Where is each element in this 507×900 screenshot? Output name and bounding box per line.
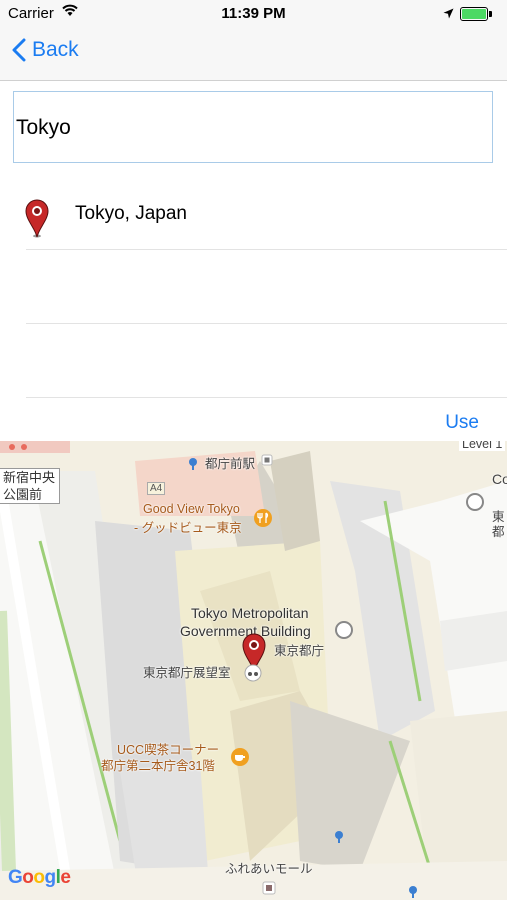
cafe-icon xyxy=(231,748,249,766)
google-logo: Google xyxy=(8,867,71,888)
place-icon xyxy=(466,493,484,511)
map-label-shinjuku-chuo: 新宿中央 公園前 xyxy=(0,468,61,504)
map-label-good-view-1: Good View Tokyo xyxy=(143,502,240,516)
place-icon xyxy=(335,621,353,639)
chevron-left-icon xyxy=(12,38,26,62)
result-label: Tokyo, Japan xyxy=(75,203,187,224)
map-label-right-co: Co xyxy=(492,471,507,487)
search-input-value: Tokyo xyxy=(16,116,71,139)
metro-icon xyxy=(335,831,343,843)
observatory-icon xyxy=(244,664,262,682)
navigation-bar: Back xyxy=(0,28,507,81)
result-row[interactable] xyxy=(0,250,507,324)
metro-icon xyxy=(189,458,197,470)
map-label-right-mi: 都 xyxy=(492,525,505,539)
map-label-ucc-2: 都庁第二本庁舎31階 xyxy=(101,759,215,773)
map-label-tmg-1: Tokyo Metropolitan xyxy=(191,605,309,621)
shop-icon xyxy=(262,881,276,895)
map-label-a4: A4 xyxy=(147,482,166,495)
back-button[interactable]: Back xyxy=(12,38,79,62)
map-label-tochomae: 都庁前駅 xyxy=(205,457,256,471)
search-input[interactable]: Tokyo xyxy=(13,91,493,163)
back-label: Back xyxy=(32,38,79,61)
restaurant-icon xyxy=(254,509,272,527)
station-icon xyxy=(261,454,273,466)
result-row[interactable]: Tokyo, Japan xyxy=(0,176,507,250)
map-view[interactable]: 都庁前駅 Level 1 A4 新宿中央 公園前 Good View Tokyo… xyxy=(0,441,507,900)
map-label-tmg-jp: 東京都庁 xyxy=(274,644,325,658)
use-button[interactable]: Use xyxy=(445,412,479,434)
map-label-good-view-2: - グッドビュー東京 xyxy=(134,521,242,535)
map-label-observatory: 東京都庁展望室 xyxy=(143,666,231,680)
status-bar: Carrier 11:39 PM xyxy=(0,0,507,28)
clock: 11:39 PM xyxy=(221,5,286,22)
map-label-level: Level 1 xyxy=(459,441,506,451)
metro-icon xyxy=(409,886,417,898)
map-label-fureai: ふれあいモール xyxy=(225,862,313,876)
battery-icon xyxy=(460,7,492,21)
result-row[interactable] xyxy=(0,324,507,398)
row-divider xyxy=(26,397,507,398)
map-pin-icon xyxy=(24,198,50,243)
location-arrow-icon xyxy=(443,6,454,23)
